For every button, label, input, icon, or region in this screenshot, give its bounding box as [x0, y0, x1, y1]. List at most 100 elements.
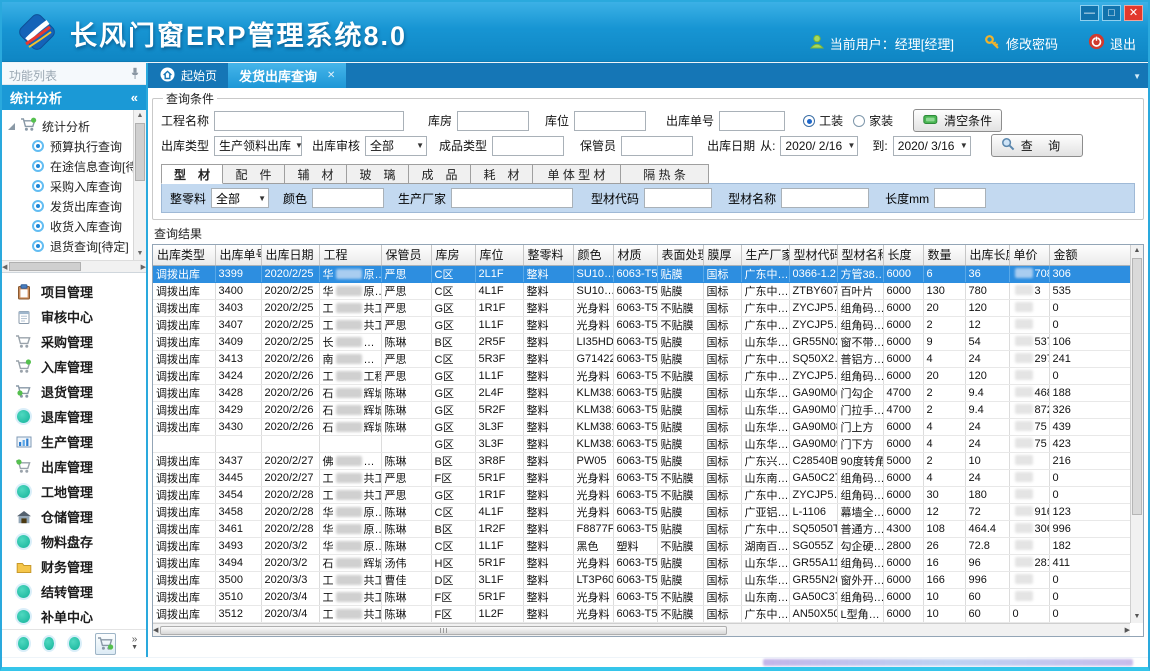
table-row[interactable]: 调拨出库34282020/2/26石辉城陈琳G区2L4F整料KLM3817606…: [153, 384, 1133, 401]
table-row[interactable]: 调拨出库34302020/2/26石辉城陈琳G区3L3F整料KLM3817606…: [153, 418, 1133, 435]
column-header-5[interactable]: 保管员: [381, 245, 431, 265]
column-header-3[interactable]: 出库日期: [261, 245, 319, 265]
table-row[interactable]: 调拨出库34242020/2/26工工程严思G区1L1F整料光身料6063-T5…: [153, 367, 1133, 384]
profile-name-input[interactable]: [781, 188, 869, 208]
grid-scroll-left-icon[interactable]: ◀: [153, 626, 158, 634]
table-row[interactable]: 调拨出库34372020/2/27佛…陈琳B区3R8F整料PW056063-T5…: [153, 452, 1133, 469]
pin-icon[interactable]: [130, 67, 140, 83]
project-name-input[interactable]: [214, 111, 404, 131]
whole-part-select[interactable]: 全部▼: [211, 188, 269, 208]
material-tab-4[interactable]: 玻 璃: [347, 164, 409, 184]
column-header-15[interactable]: 型材名称: [837, 245, 883, 265]
color-input[interactable]: [312, 188, 384, 208]
column-header-2[interactable]: 出库单号: [215, 245, 261, 265]
sidebar-item-物料盘存[interactable]: 物料盘存: [2, 529, 146, 554]
table-row[interactable]: 调拨出库34292020/2/26石辉城陈琳G区5R2F整料KLM3817606…: [153, 401, 1133, 418]
sidebar-item-生产管理[interactable]: 生产管理: [2, 429, 146, 454]
column-header-1[interactable]: 出库类型: [153, 245, 215, 265]
tab-close-icon[interactable]: ✕: [327, 70, 335, 81]
clear-conditions-button[interactable]: 清空条件: [913, 109, 1002, 132]
sidebar-more-button[interactable]: » ▼: [131, 636, 138, 652]
tree-scroll-right-icon[interactable]: ▶: [141, 263, 146, 271]
length-input[interactable]: [934, 188, 986, 208]
radio-jiazhuang[interactable]: 家装: [853, 112, 893, 129]
module-cart-button[interactable]: [95, 633, 116, 655]
material-tab-1[interactable]: 型 材: [161, 164, 223, 184]
column-header-4[interactable]: 工程: [319, 245, 381, 265]
table-row[interactable]: 调拨出库34132020/2/26南…严思C区5R3F整料G714226063-…: [153, 350, 1133, 367]
logout-button[interactable]: 退出: [1088, 33, 1136, 53]
column-header-9[interactable]: 颜色: [573, 245, 613, 265]
material-tab-5[interactable]: 成 品: [409, 164, 471, 184]
tab-list-icon[interactable]: ▼: [1133, 72, 1141, 81]
table-row[interactable]: 调拨出库34092020/2/25长…陈琳B区2R5F整料LI35HD6063-…: [153, 333, 1133, 350]
tree-scrollbar-thumb[interactable]: [135, 123, 145, 181]
material-tab-6[interactable]: 耗 材: [471, 164, 533, 184]
table-row[interactable]: 调拨出库34032020/2/25工共工程严思G区1R1F整料光身料6063-T…: [153, 299, 1133, 316]
table-row[interactable]: 调拨出库34942020/3/2石辉城汤伟H区5R1F整料光身料6063-T5贴…: [153, 554, 1133, 571]
column-header-17[interactable]: 数量: [923, 245, 965, 265]
table-row[interactable]: 调拨出库34612020/2/28华原…陈琳B区1R2F整料F8877FT606…: [153, 520, 1133, 537]
tree-item[interactable]: 采购入库查询: [8, 176, 132, 196]
grid-scroll-down-icon[interactable]: ▼: [1131, 611, 1143, 623]
column-header-16[interactable]: 长度: [883, 245, 923, 265]
product-type-input[interactable]: [492, 136, 564, 156]
column-header-8[interactable]: 整零料: [523, 245, 573, 265]
location-input[interactable]: [574, 111, 646, 131]
sidebar-item-仓储管理[interactable]: 仓储管理: [2, 504, 146, 529]
material-tab-7[interactable]: 单 体 型 材: [533, 164, 621, 184]
table-row[interactable]: 调拨出库34452020/2/27工共工程严思F区5R1F整料光身料6063-T…: [153, 469, 1133, 486]
sidebar-item-工地管理[interactable]: 工地管理: [2, 479, 146, 504]
table-row[interactable]: 调拨出库34932020/3/2华原…陈琳C区1L1F整料黑色塑料不贴膜国标湖南…: [153, 537, 1133, 554]
column-header-19[interactable]: 单价: [1009, 245, 1049, 265]
module-dot-icon[interactable]: [69, 637, 80, 650]
tree-expander-icon[interactable]: [8, 123, 15, 130]
sidebar-item-退库管理[interactable]: 退库管理: [2, 404, 146, 429]
grid-vscrollbar-thumb[interactable]: [1132, 258, 1142, 515]
column-header-11[interactable]: 表面处理: [657, 245, 703, 265]
grid-vertical-scrollbar[interactable]: ▲ ▼: [1130, 245, 1143, 623]
sidebar-item-退货管理[interactable]: 退货管理: [2, 379, 146, 404]
keeper-input[interactable]: [621, 136, 693, 156]
manufacturer-input[interactable]: [451, 188, 573, 208]
sidebar-item-入库管理[interactable]: 入库管理: [2, 354, 146, 379]
tab-shipment-outbound-query[interactable]: 发货出库查询 ✕: [228, 63, 346, 88]
column-header-6[interactable]: 库房: [431, 245, 475, 265]
column-header-7[interactable]: 库位: [475, 245, 523, 265]
table-row[interactable]: 调拨出库34002020/2/25华原…严思C区4L1F整料SU10…6063-…: [153, 282, 1133, 299]
sidebar-item-采购管理[interactable]: 采购管理: [2, 329, 146, 354]
change-password-button[interactable]: 修改密码: [984, 34, 1058, 53]
tree-item[interactable]: 预算执行查询: [8, 136, 132, 156]
tree-vertical-scrollbar[interactable]: ▲ ▼: [133, 110, 146, 260]
table-row[interactable]: 调拨出库35102020/3/4工共工程陈琳F区5R1F整料光身料6063-T5…: [153, 588, 1133, 605]
close-button[interactable]: ✕: [1124, 5, 1143, 21]
tab-home[interactable]: 起始页: [149, 63, 228, 88]
table-row[interactable]: 调拨出库33992020/2/25华原…严思C区2L1F整料SU10…6063-…: [153, 265, 1133, 282]
maximize-button[interactable]: □: [1102, 5, 1121, 21]
tree-item[interactable]: 退货查询[待定]: [8, 236, 132, 256]
outbound-type-select[interactable]: 生产领料出库▼: [214, 136, 302, 156]
tree-item[interactable]: 发货出库查询: [8, 196, 132, 216]
tree-root-statistics[interactable]: 统计分析: [8, 116, 132, 136]
minimize-button[interactable]: —: [1080, 5, 1099, 21]
sidebar-item-结转管理[interactable]: 结转管理: [2, 579, 146, 604]
sidebar-item-审核中心[interactable]: 审核中心: [2, 304, 146, 329]
material-tab-8[interactable]: 隔 热 条: [621, 164, 709, 184]
warehouse-input[interactable]: [457, 111, 529, 131]
table-row[interactable]: 调拨出库34542020/2/28工共工程严思G区1R1F整料光身料6063-T…: [153, 486, 1133, 503]
material-tab-3[interactable]: 辅 材: [285, 164, 347, 184]
profile-code-input[interactable]: [644, 188, 712, 208]
outbound-order-no-input[interactable]: [719, 111, 785, 131]
column-header-13[interactable]: 生产厂家: [741, 245, 789, 265]
sidebar-item-补单中心[interactable]: 补单中心: [2, 604, 146, 629]
grid-horizontal-scrollbar[interactable]: ◀ ▶: [153, 623, 1130, 636]
column-header-12[interactable]: 膜厚: [703, 245, 741, 265]
stats-group-header[interactable]: 统计分析 «: [2, 85, 146, 110]
tree-scroll-down-icon[interactable]: ▼: [134, 248, 146, 260]
grid-scroll-right-icon[interactable]: ▶: [1125, 626, 1130, 634]
table-row[interactable]: G区3L3F整料KLM38176063-T5贴膜国标山东华…GA90M09…门下…: [153, 435, 1133, 452]
tree-hscrollbar-thumb[interactable]: [9, 262, 81, 271]
column-header-18[interactable]: 出库长度: [965, 245, 1009, 265]
tree-scroll-left-icon[interactable]: ◀: [2, 263, 7, 271]
date-from-select[interactable]: 2020/ 2/16▼: [780, 136, 858, 156]
